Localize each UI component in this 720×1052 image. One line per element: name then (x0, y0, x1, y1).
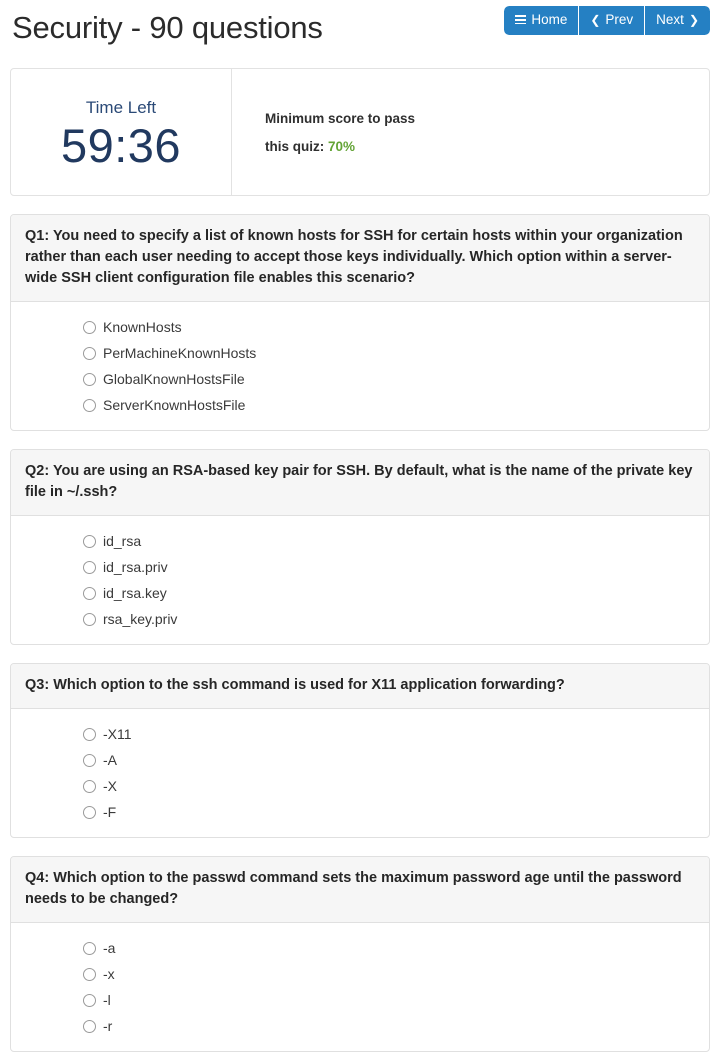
answer-option-label: -l (103, 992, 111, 1008)
prev-button-label: Prev (605, 12, 634, 27)
answer-options: KnownHosts PerMachineKnownHosts GlobalKnow… (11, 302, 709, 430)
question-panel: Q3: Which option to the ssh command is u… (10, 663, 710, 838)
answer-option[interactable]: PerMachineKnownHosts (11, 340, 709, 366)
answer-option-label: id_rsa (103, 533, 142, 549)
answer-option[interactable]: GlobalKnownHostsFile (11, 366, 709, 392)
navigation-button-group: Home ❮ Prev Next ❯ (504, 6, 710, 35)
minimum-score-line-1: Minimum score to pass (265, 111, 416, 126)
radio-button-icon[interactable] (83, 612, 96, 626)
answer-option-label: -X11 (103, 726, 132, 742)
radio-button-icon[interactable] (83, 967, 96, 981)
prev-button[interactable]: ❮ Prev (578, 6, 645, 35)
pass-score-value: 70% (328, 139, 356, 154)
answer-option-label: -a (103, 940, 116, 956)
radio-button-icon[interactable] (83, 941, 96, 955)
minimum-score-line-2: this quiz: 70% (265, 133, 709, 161)
answer-options: -a -x -l -r (11, 923, 709, 1051)
answer-option[interactable]: -a (11, 935, 709, 961)
answer-option[interactable]: id_rsa.priv (11, 554, 709, 580)
answer-option[interactable]: rsa_key.priv (11, 606, 709, 632)
answer-option-label: rsa_key.priv (103, 611, 178, 627)
answer-option-label: -x (103, 966, 115, 982)
time-left-label: Time Left (85, 98, 157, 117)
question-text: Q3: Which option to the ssh command is u… (11, 664, 709, 709)
answer-option-label: id_rsa.key (103, 585, 167, 601)
question-panel: Q1: You need to specify a list of known … (10, 214, 710, 431)
answer-option-label: PerMachineKnownHosts (103, 345, 257, 361)
quiz-page: Security - 90 questions Home ❮ Prev Next… (0, 0, 720, 1052)
answer-option-label: -A (103, 752, 117, 768)
chevron-left-icon: ❮ (590, 12, 601, 27)
minimum-score-prefix: this quiz: (265, 139, 325, 154)
question-list: Q1: You need to specify a list of known … (10, 214, 710, 1052)
radio-button-icon[interactable] (83, 586, 96, 600)
home-button[interactable]: Home (504, 6, 579, 35)
radio-button-icon[interactable] (83, 372, 96, 386)
question-text: Q4: Which option to the passwd command s… (11, 857, 709, 923)
answer-option[interactable]: id_rsa (11, 528, 709, 554)
radio-button-icon[interactable] (83, 320, 96, 334)
radio-button-icon[interactable] (83, 1019, 96, 1033)
radio-button-icon[interactable] (83, 398, 96, 412)
radio-button-icon[interactable] (83, 779, 96, 793)
answer-option[interactable]: -A (11, 747, 709, 773)
question-text: Q1: You need to specify a list of known … (11, 215, 709, 302)
page-title: Security - 90 questions (12, 10, 323, 45)
radio-button-icon[interactable] (83, 560, 96, 574)
answer-option-label: GlobalKnownHostsFile (103, 371, 245, 387)
answer-option[interactable]: -X (11, 773, 709, 799)
minimum-score-cell: Minimum score to pass this quiz: 70% (232, 69, 709, 195)
radio-button-icon[interactable] (83, 993, 96, 1007)
radio-button-icon[interactable] (83, 534, 96, 548)
answer-option[interactable]: id_rsa.key (11, 580, 709, 606)
answer-options: id_rsa id_rsa.priv id_rsa.key rsa_key.priv (11, 516, 709, 644)
radio-button-icon[interactable] (83, 727, 96, 741)
question-text: Q2: You are using an RSA-based key pair … (11, 450, 709, 516)
hamburger-icon (515, 15, 527, 25)
answer-option-label: -r (103, 1018, 113, 1034)
answer-option-label: -F (103, 804, 117, 820)
answer-option-label: KnownHosts (103, 319, 182, 335)
answer-option[interactable]: ServerKnownHostsFile (11, 392, 709, 418)
home-button-label: Home (531, 12, 568, 27)
radio-button-icon[interactable] (83, 753, 96, 767)
answer-option[interactable]: -X11 (11, 721, 709, 747)
next-button[interactable]: Next ❯ (644, 6, 710, 35)
next-button-label: Next (656, 12, 684, 27)
answer-option-label: -X (103, 778, 117, 794)
answer-option-label: ServerKnownHostsFile (103, 397, 246, 413)
page-header: Security - 90 questions Home ❮ Prev Next… (10, 0, 710, 58)
question-panel: Q4: Which option to the passwd command s… (10, 856, 710, 1052)
question-panel: Q2: You are using an RSA-based key pair … (10, 449, 710, 645)
answer-option[interactable]: -x (11, 961, 709, 987)
timer-cell: Time Left 59:36 (11, 69, 232, 195)
radio-button-icon[interactable] (83, 346, 96, 360)
answer-option[interactable]: -F (11, 799, 709, 825)
chevron-right-icon: ❯ (688, 12, 699, 27)
answer-option[interactable]: KnownHosts (11, 314, 709, 340)
answer-options: -X11 -A -X -F (11, 709, 709, 837)
quiz-info-panel: Time Left 59:36 Minimum score to pass th… (10, 68, 710, 196)
time-left-value: 59:36 (60, 119, 182, 172)
answer-option-label: id_rsa.priv (103, 559, 168, 575)
answer-option[interactable]: -l (11, 987, 709, 1013)
answer-option[interactable]: -r (11, 1013, 709, 1039)
radio-button-icon[interactable] (83, 805, 96, 819)
